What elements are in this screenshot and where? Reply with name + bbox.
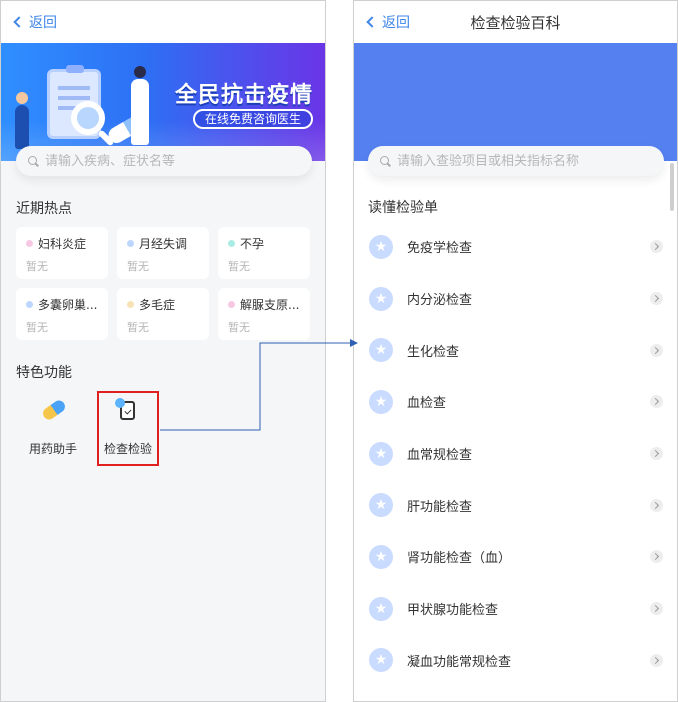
chevron-right-icon — [650, 240, 663, 254]
patient-illustration — [15, 92, 29, 149]
capsule-icon — [40, 398, 68, 424]
list-item-label: 血检查 — [407, 396, 447, 412]
hot-card-name: 多毛症 — [139, 298, 176, 312]
chevron-right-icon — [650, 292, 663, 306]
star-icon: ★ — [369, 493, 393, 518]
hot-card[interactable]: 月经失调 暂无 — [117, 227, 209, 279]
left-top-bar: 返回 — [1, 1, 325, 43]
back-label: 返回 — [29, 15, 57, 31]
hot-topics-grid: 妇科炎症 暂无 月经失调 暂无 不孕 暂无 多囊卵巢... 暂无 多毛症 暂无 … — [16, 227, 312, 340]
lab-search-input[interactable] — [397, 153, 647, 169]
search-icon — [28, 155, 39, 167]
star-icon: ★ — [369, 389, 393, 414]
magnifier-illustration — [71, 101, 105, 135]
list-item-label: 生化检查 — [407, 344, 460, 360]
hot-card-sub: 暂无 — [26, 260, 48, 273]
chevron-right-icon — [650, 343, 663, 357]
disease-search-bar[interactable] — [16, 146, 312, 176]
banner-title: 全民抗击疫情 — [174, 83, 313, 108]
lab-search-bar[interactable] — [368, 146, 664, 176]
hot-card[interactable]: 多囊卵巢... 暂无 — [16, 288, 108, 340]
dot-icon — [228, 240, 235, 247]
hot-card-sub: 暂无 — [26, 321, 48, 334]
hot-card-name: 妇科炎症 — [38, 237, 87, 251]
hot-card[interactable]: 多毛症 暂无 — [117, 288, 209, 340]
dot-icon — [127, 240, 134, 247]
chevron-right-icon — [650, 498, 663, 512]
dot-icon — [127, 301, 134, 308]
lab-category-list: ★ 免疫学检查 ★ 内分泌检查 ★ 生化检查 ★ 血检查 ★ 血常规检查 ★ 肝… — [354, 221, 677, 686]
hot-card-name: 不孕 — [240, 237, 265, 251]
list-item[interactable]: ★ 血检查 — [354, 376, 677, 428]
chevron-right-icon — [650, 395, 663, 409]
chevron-right-icon — [650, 550, 663, 564]
left-phone-screen: 返回 全民抗击疫情 在线免费咨询医生 近期热点 妇科炎症 暂无 月经失调 暂无 … — [0, 0, 326, 702]
hot-card-sub: 暂无 — [127, 260, 149, 273]
list-item-label: 血常规检查 — [407, 448, 473, 464]
list-item-label: 肝功能检查 — [407, 499, 473, 515]
chevron-right-icon — [650, 447, 663, 461]
dot-icon — [26, 240, 33, 247]
hot-card-name: 多囊卵巢... — [38, 298, 98, 312]
chevron-right-icon — [650, 602, 663, 616]
list-item[interactable]: ★ 甲状腺功能检查 — [354, 583, 677, 635]
right-top-bar: 返回 检查检验百科 — [354, 1, 677, 43]
feature-label: 用药助手 — [28, 442, 77, 456]
hot-card[interactable]: 不孕 暂无 — [218, 227, 310, 279]
scrollbar[interactable] — [670, 163, 674, 211]
list-item[interactable]: ★ 免疫学检查 — [354, 221, 677, 273]
medication-assistant-button[interactable]: 用药助手 — [21, 396, 85, 457]
star-icon: ★ — [369, 286, 393, 311]
star-icon: ★ — [369, 338, 393, 363]
hot-card[interactable]: 解脲支原... 暂无 — [218, 288, 310, 340]
list-item-label: 免疫学检查 — [407, 241, 473, 257]
star-icon: ★ — [369, 544, 393, 569]
hot-card-name: 解脲支原... — [240, 298, 300, 312]
page-title: 检查检验百科 — [470, 14, 561, 32]
banner-subtitle: 在线免费咨询医生 — [192, 109, 313, 129]
star-icon: ★ — [369, 648, 393, 673]
list-item[interactable]: ★ 生化检查 — [354, 324, 677, 376]
hot-card-name: 月经失调 — [139, 237, 188, 251]
list-item[interactable]: ★ 肾功能检查（血） — [354, 531, 677, 583]
features-section-title: 特色功能 — [16, 365, 72, 381]
hot-section-title: 近期热点 — [16, 201, 72, 217]
dot-icon — [228, 301, 235, 308]
right-phone-screen: 返回 检查检验百科 读懂检验单 ★ 免疫学检查 ★ 内分泌检查 ★ 生化检查 ★… — [353, 0, 678, 702]
dot-icon — [26, 301, 33, 308]
section-title: 读懂检验单 — [368, 200, 438, 216]
doctor-illustration — [131, 66, 149, 145]
hot-card-sub: 暂无 — [228, 260, 250, 273]
disease-search-input[interactable] — [45, 153, 295, 169]
star-icon: ★ — [369, 234, 393, 259]
star-icon: ★ — [369, 596, 393, 621]
back-button[interactable]: 返回 — [13, 12, 57, 32]
list-item[interactable]: ★ 肝功能检查 — [354, 479, 677, 531]
chevron-left-icon — [13, 16, 25, 28]
list-item-label: 凝血功能常规检查 — [407, 654, 512, 670]
hot-card[interactable]: 妇科炎症 暂无 — [16, 227, 108, 279]
list-item-label: 肾功能检查（血） — [407, 551, 512, 567]
chevron-right-icon — [650, 653, 663, 667]
list-item-label: 甲状腺功能检查 — [407, 603, 499, 619]
star-icon: ★ — [369, 441, 393, 466]
list-item[interactable]: ★ 血常规检查 — [354, 428, 677, 480]
search-icon — [380, 155, 391, 167]
header-banner — [354, 43, 677, 161]
list-item-label: 内分泌检查 — [407, 293, 473, 309]
highlight-box — [97, 391, 159, 466]
hot-card-sub: 暂无 — [127, 321, 149, 334]
hot-card-sub: 暂无 — [228, 321, 250, 334]
list-item[interactable]: ★ 凝血功能常规检查 — [354, 635, 677, 687]
list-item[interactable]: ★ 内分泌检查 — [354, 273, 677, 325]
epidemic-banner[interactable]: 全民抗击疫情 在线免费咨询医生 — [1, 43, 325, 161]
